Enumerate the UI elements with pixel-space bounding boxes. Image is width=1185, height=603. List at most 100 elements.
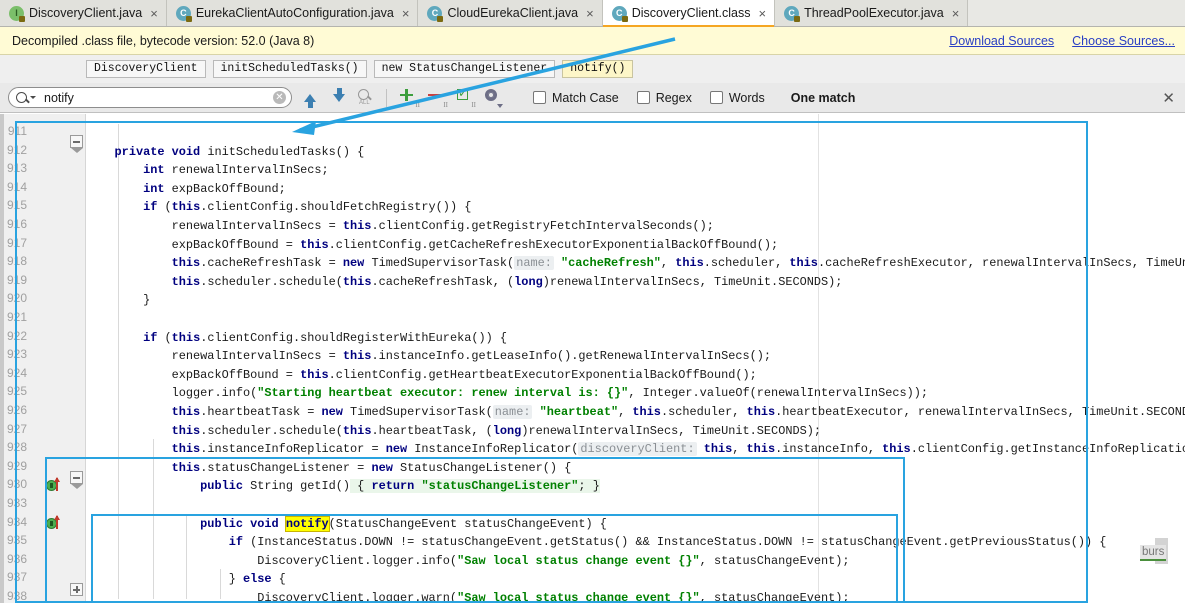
line-number: 929 (6, 458, 27, 473)
notification-message: Decompiled .class file, bytecode version… (12, 33, 315, 48)
code-line[interactable]: this.cacheRefreshTask = new TimedSupervi… (86, 254, 1185, 273)
override-method-icon[interactable] (46, 477, 64, 493)
code-line[interactable]: DiscoveryClient.logger.info("Saw local s… (86, 552, 849, 571)
tab-label: CloudEurekaClient.java (447, 6, 579, 20)
find-toolbar: ✕ ALL II II ✓II Match Case Regex (0, 83, 1185, 113)
close-icon[interactable]: × (150, 7, 158, 20)
tab-label: DiscoveryClient.class (631, 6, 751, 20)
code-line[interactable]: public void notify(StatusChangeEvent sta… (86, 515, 607, 534)
close-find-icon[interactable]: ✕ (1162, 91, 1175, 106)
search-input[interactable] (42, 89, 273, 106)
code-line[interactable]: if (this.clientConfig.shouldFetchRegistr… (86, 198, 471, 217)
line-number: 920 (6, 291, 27, 306)
line-number: 921 (6, 310, 27, 324)
close-icon[interactable]: × (758, 7, 766, 20)
code-line[interactable]: renewalIntervalInSecs = this.clientConfi… (86, 217, 714, 236)
tab-discoveryclient-class[interactable]: C DiscoveryClient.class × (602, 0, 776, 27)
fold-toggle-912[interactable] (70, 135, 83, 153)
choose-sources-link[interactable]: Choose Sources... (1072, 34, 1175, 48)
line-number: 936 (6, 551, 27, 566)
checkbox[interactable] (709, 91, 723, 104)
code-line[interactable]: int expBackOffBound; (86, 180, 286, 199)
code-editor[interactable]: 911 912 913 914 915 916 917 918 919 920 921 922 923 9… (0, 114, 1185, 603)
add-selection-icon[interactable]: II (397, 86, 421, 110)
breadcrumb-item-notify[interactable]: notify() (562, 60, 634, 78)
editor-gutter[interactable]: 911 912 913 914 915 916 917 918 919 920 921 922 923 9… (0, 114, 86, 603)
line-number: 934 (6, 514, 27, 529)
code-line[interactable]: this.instanceInfoReplicator = new Instan… (86, 440, 1185, 459)
tab-discoveryclient-java[interactable]: I DiscoveryClient.java × (0, 0, 167, 26)
fold-toggle-929[interactable] (70, 471, 83, 489)
class-icon: C (175, 5, 192, 22)
tab-threadpoolexecutor-java[interactable]: C ThreadPoolExecutor.java × (775, 0, 969, 26)
line-number: 919 (6, 272, 27, 287)
code-line[interactable]: private void initScheduledTasks() { (86, 143, 365, 162)
decompiled-notification-bar: Decompiled .class file, bytecode version… (0, 27, 1185, 55)
line-number: 928 (6, 440, 27, 455)
match-case-option[interactable]: Match Case (533, 91, 619, 105)
find-next-button[interactable] (328, 87, 350, 109)
gear-icon[interactable] (481, 86, 505, 110)
line-number: 912 (6, 142, 27, 157)
close-icon[interactable]: × (402, 7, 410, 20)
tab-eurekaclientautoconfiguration-java[interactable]: C EurekaClientAutoConfiguration.java × (166, 0, 419, 26)
line-number: 918 (6, 254, 27, 269)
breadcrumb: DiscoveryClient initScheduledTasks() new… (0, 55, 1185, 83)
code-line[interactable]: this.scheduler.schedule(this.heartbeatTa… (86, 422, 821, 441)
match-case-label: Match Case (552, 90, 619, 105)
line-number: 923 (6, 347, 27, 362)
code-line[interactable]: DiscoveryClient.logger.warn("Saw local s… (86, 589, 849, 603)
fold-toggle-930[interactable] (70, 583, 83, 596)
find-all-icon[interactable]: ALL (354, 86, 378, 110)
breadcrumb-item-new-statuschangelistener[interactable]: new StatusChangeListener (373, 60, 556, 78)
line-number: 935 (6, 533, 27, 548)
code-line[interactable]: expBackOffBound = this.clientConfig.getH… (86, 366, 757, 385)
code-line[interactable]: public String getId() { return "statusCh… (86, 477, 600, 496)
checkbox[interactable] (636, 91, 650, 104)
code-line[interactable]: int renewalIntervalInSecs; (86, 161, 329, 180)
select-all-occurrences-icon[interactable]: ✓ II (453, 86, 477, 110)
code-line[interactable]: this.heartbeatTask = new TimedSupervisor… (86, 403, 1185, 422)
right-margin-guide (818, 114, 819, 603)
code-line[interactable]: } else { (86, 570, 286, 589)
line-number: 914 (6, 179, 27, 194)
line-number: 913 (6, 161, 27, 176)
close-icon[interactable]: × (952, 7, 960, 20)
match-count-status: One match (790, 90, 856, 105)
find-previous-button[interactable] (299, 87, 321, 109)
line-number: 930 (6, 477, 27, 492)
divider (386, 88, 387, 107)
code-line[interactable]: if (InstanceStatus.DOWN != statusChangeE… (86, 533, 1107, 552)
line-number: 927 (6, 421, 27, 436)
line-number: 926 (6, 403, 27, 417)
code-line[interactable]: this.statusChangeListener = new StatusCh… (86, 459, 572, 478)
words-option[interactable]: Words (709, 91, 765, 105)
breadcrumb-item-discoveryclient[interactable]: DiscoveryClient (86, 60, 206, 78)
code-line[interactable]: this.scheduler.schedule(this.cacheRefres… (86, 273, 843, 292)
line-number: 922 (6, 328, 27, 343)
tab-bar-filler (968, 0, 1185, 26)
code-line[interactable]: if (this.clientConfig.shouldRegisterWith… (86, 329, 507, 348)
chevron-down-icon[interactable] (30, 96, 36, 99)
download-sources-link[interactable]: Download Sources (949, 34, 1054, 48)
search-input-wrapper[interactable]: ✕ (8, 87, 292, 108)
override-method-icon[interactable] (46, 514, 64, 531)
line-number: 924 (6, 365, 27, 380)
code-line[interactable]: expBackOffBound = this.clientConfig.getC… (86, 236, 779, 255)
checkbox[interactable] (533, 91, 546, 104)
code-line[interactable]: logger.info("Starting heartbeat executor… (86, 384, 928, 403)
code-line[interactable]: renewalIntervalInSecs = this.instanceInf… (86, 347, 771, 366)
tab-label: DiscoveryClient.java (29, 6, 143, 20)
clear-icon[interactable]: ✕ (273, 91, 286, 104)
code-content[interactable]: private void initScheduledTasks() { int … (86, 114, 1185, 603)
breadcrumb-item-initscheduledtasks[interactable]: initScheduledTasks() (212, 60, 367, 78)
tab-cloudeurekaclient-java[interactable]: C CloudEurekaClient.java × (418, 0, 603, 26)
regex-option[interactable]: Regex (636, 91, 692, 105)
code-line[interactable]: } (86, 291, 150, 310)
close-icon[interactable]: × (586, 7, 594, 20)
burst-tooltip: burs (1140, 545, 1167, 561)
class-icon: C (784, 5, 801, 22)
remove-selection-icon[interactable]: II (425, 86, 449, 110)
line-number: 938 (6, 589, 27, 603)
class-icon: C (427, 5, 444, 22)
